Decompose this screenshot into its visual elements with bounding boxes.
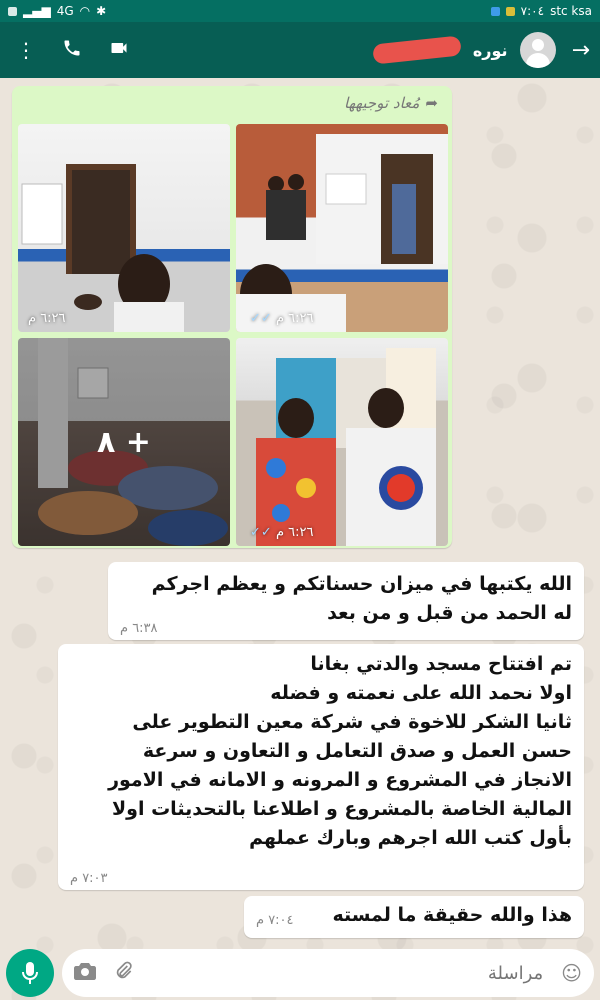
forwarded-label-text: مُعاد توجيهها (344, 94, 420, 112)
forward-arrow-icon: ➦ (425, 94, 438, 112)
photo-illustration (236, 134, 448, 332)
mic-icon (22, 962, 38, 984)
more-options-icon[interactable]: ⋮ (16, 38, 36, 62)
avatar[interactable] (519, 32, 556, 68)
album-photo[interactable]: + ٨ (18, 338, 230, 546)
notification-icon (490, 6, 500, 16)
attach-icon[interactable] (114, 961, 134, 986)
emoji-icon[interactable]: ☺ (561, 961, 582, 985)
incoming-message[interactable]: الله يكتبها في ميزان حسناتكم و يعظم اجرك… (108, 562, 584, 640)
incoming-message[interactable]: تم افتتاح مسجد والدتي بغانا اولا نحمد ال… (58, 644, 584, 890)
status-time: ٧:٠٤ (520, 4, 545, 18)
more-photos-overlay[interactable]: + ٨ (18, 338, 230, 546)
album-photo[interactable]: ٦:٢٦ م (18, 124, 230, 332)
network-type: 4G (56, 4, 74, 18)
message-text: هذا والله حقيقة ما لمسته (332, 904, 572, 926)
carrier-name: stc ksa (550, 4, 592, 18)
message-time: ٧:٠٣ م (70, 871, 108, 886)
battery-icon (505, 6, 515, 16)
status-bar: ▂▄▆ 4G ◠ ✱ ٧:٠٤ stc ksa (0, 0, 600, 22)
status-right: ٧:٠٤ stc ksa (490, 4, 592, 18)
more-photos-count: + ٨ (97, 424, 151, 460)
message-text: تم افتتاح مسجد والدتي بغانا اولا نحمد ال… (108, 653, 572, 849)
photo-time: ٦:٢٦ م (28, 311, 66, 326)
voice-call-icon[interactable] (62, 38, 82, 63)
forwarded-label: ➦ مُعاد توجيهها (18, 92, 446, 118)
contact-name: نوره (472, 40, 508, 60)
sim-icon (8, 6, 17, 16)
status-left-icons: ▂▄▆ 4G ◠ ✱ (8, 4, 106, 18)
input-pill: ☺ (62, 949, 594, 997)
album-photo[interactable]: ٦:٢٦ م ✓✓ (236, 338, 448, 546)
photo-time: ٦:٢٦ م ✓✓ (250, 525, 314, 540)
message-text: الله يكتبها في ميزان حسناتكم و يعظم اجرك… (151, 573, 572, 624)
header-actions: ⋮ (10, 38, 130, 63)
message-time: ٦:٣٨ م (120, 621, 158, 636)
video-call-icon[interactable] (108, 38, 130, 63)
redacted-mark (372, 35, 462, 65)
mic-button[interactable] (6, 949, 54, 997)
contact-info[interactable]: نوره → (372, 32, 590, 68)
photo-time: ٦:٢٦ م ✓✓ (250, 311, 314, 326)
photo-grid: ٦:٢٦ م ٦:٢٦ م ✓✓ + ٨ ٦:٢٦ م ✓✓ (18, 124, 448, 546)
message-composer: ☺ (0, 946, 600, 1000)
signal-icon: ▂▄▆ (23, 4, 51, 18)
message-time: ٧:٠٤ م (256, 913, 294, 928)
photo-illustration (21, 164, 184, 332)
photo-illustration (256, 348, 436, 546)
camera-icon[interactable] (74, 961, 96, 985)
back-arrow-icon[interactable]: → (572, 38, 590, 63)
forwarded-album-bubble[interactable]: ➦ مُعاد توجيهها ٦:٢٦ م ٦:٢٦ م ✓✓ + ٨ ٦:٢… (12, 86, 452, 548)
wifi-icon: ◠ (79, 4, 91, 18)
message-input[interactable] (152, 962, 544, 984)
chat-header: ⋮ نوره → (0, 22, 600, 78)
album-photo[interactable]: ٦:٢٦ م ✓✓ (236, 124, 448, 332)
bluetooth-icon: ✱ (96, 4, 107, 18)
incoming-message[interactable]: هذا والله حقيقة ما لمسته ٧:٠٤ م (244, 896, 584, 938)
